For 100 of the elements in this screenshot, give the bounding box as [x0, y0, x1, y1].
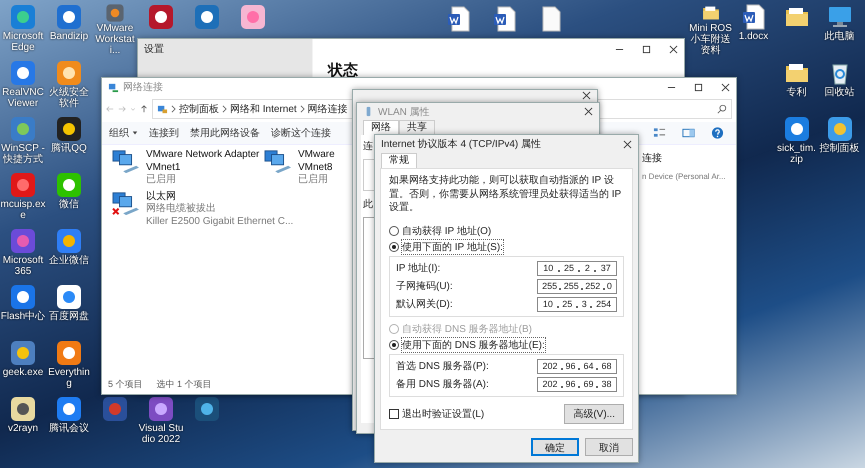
desktop-icon-label[interactable]: v2rayn	[0, 423, 46, 434]
search-icon[interactable]	[717, 104, 727, 114]
adapter-status: 已启用	[146, 174, 177, 186]
app-icon[interactable]	[193, 395, 221, 423]
app-icon[interactable]	[55, 115, 83, 143]
app-icon[interactable]	[147, 3, 175, 31]
adapter-name[interactable]: 连接	[642, 153, 662, 166]
ip-address-field[interactable]: 10 25 2 37	[537, 260, 617, 276]
desktop-icon-label[interactable]: Everything	[46, 367, 92, 389]
desktop-icon-label[interactable]: Microsoft 365	[0, 255, 46, 277]
desktop-icon-label[interactable]: Mini ROS小车附送资料	[689, 23, 732, 56]
window-title: WLAN 属性	[378, 106, 430, 118]
toolbar-command[interactable]: 连接到	[146, 124, 182, 142]
advanced-button[interactable]: 高级(V)...	[564, 404, 624, 424]
desktop-icon-label[interactable]: 腾讯会议	[46, 423, 92, 434]
desktop-icon-label[interactable]: 百度网盘	[46, 311, 92, 322]
app-icon[interactable]	[9, 395, 37, 423]
close-icon[interactable]	[584, 107, 593, 116]
breadcrumb-item[interactable]: 控制面板	[179, 102, 219, 116]
radio-label[interactable]: 自动获得 IP 地址(O)	[402, 224, 492, 238]
app-icon[interactable]	[55, 283, 83, 311]
tab[interactable]: 常规	[381, 153, 417, 168]
desktop-icon-label[interactable]: 腾讯QQ	[46, 143, 92, 154]
toolbar-command[interactable]: 诊断这个连接	[268, 124, 334, 142]
checkbox[interactable]	[389, 408, 399, 418]
preview-pane-icon[interactable]	[682, 127, 695, 139]
app-icon[interactable]	[55, 171, 83, 199]
page-heading: 状态	[328, 61, 358, 80]
desktop-icon-label[interactable]: 火绒安全软件	[46, 87, 92, 109]
app-icon[interactable]	[9, 283, 37, 311]
field-label: 备用 DNS 服务器(A):	[396, 378, 489, 391]
chevron-icon	[300, 105, 305, 113]
ip-address-field[interactable]: 202 96 64 68	[537, 358, 617, 374]
desktop-icon-label[interactable]: Flash中心	[0, 311, 46, 322]
dialog-button[interactable]: 确定	[531, 438, 579, 456]
close-icon[interactable]	[582, 91, 591, 100]
close-icon[interactable]	[721, 82, 730, 92]
desktop-icon-label[interactable]: sick_tim.zip	[775, 143, 818, 165]
up-arrow-icon[interactable]	[140, 105, 148, 113]
desktop-icon-label[interactable]: VMware Workstati...	[92, 23, 138, 56]
radio-label[interactable]: 使用下面的 IP 地址(S):	[402, 240, 503, 254]
desktop-icon-label[interactable]: 微信	[46, 199, 92, 210]
field-label: 连	[363, 140, 373, 153]
desktop-icon-label[interactable]: mcuisp.exe	[0, 199, 46, 221]
ip-address-field[interactable]: 255 255 252 0	[537, 278, 617, 294]
radio-button[interactable]	[389, 226, 399, 236]
adapter-name[interactable]: VMware Network Adapter	[146, 149, 260, 162]
adapter-device: Killer E2500 Gigabit Ethernet C...	[146, 216, 294, 228]
tab[interactable]: 共享	[399, 120, 435, 135]
chevron-icon	[222, 105, 227, 113]
toolbar-command[interactable]: 禁用此网络设备	[187, 124, 263, 142]
desktop-icon-label[interactable]: geek.exe	[0, 367, 46, 378]
adapter-device: n Device (Personal Ar...	[642, 172, 726, 182]
organize-menu[interactable]: 组织	[106, 124, 141, 142]
app-icon[interactable]	[147, 395, 175, 423]
close-icon[interactable]	[669, 44, 678, 54]
help-icon[interactable]	[711, 127, 724, 139]
field-label: 此	[363, 198, 373, 211]
tab[interactable]: 网络	[363, 120, 399, 135]
status-text: 选中 1 个项目	[156, 378, 212, 391]
window-title: 网络连接	[123, 80, 163, 94]
view-options-icon[interactable]	[653, 127, 666, 139]
desktop-icon-label[interactable]: 控制面板	[818, 143, 861, 154]
desktop-icon-label[interactable]: 回收站	[818, 87, 861, 98]
desktop-icon-label[interactable]: 企业微信	[46, 255, 92, 266]
field-label: 首选 DNS 服务器(P):	[396, 360, 489, 373]
adapter-name[interactable]: 以太网	[146, 190, 294, 203]
app-icon[interactable]	[55, 395, 83, 423]
window-title: 设置	[144, 42, 164, 56]
field-label: 默认网关(D):	[396, 298, 453, 311]
dialog-title: Internet 协议版本 4 (TCP/IPv4) 属性	[381, 138, 542, 151]
desktop-icon-label[interactable]: RealVNC Viewer	[0, 87, 46, 109]
radio-button[interactable]	[389, 340, 399, 350]
breadcrumb-item[interactable]: 网络连接	[308, 102, 348, 116]
radio-label[interactable]: 使用下面的 DNS 服务器地址(E):	[402, 338, 545, 352]
description-text: 如果网络支持此功能，则可以获取自动指派的 IP 设置。否则，你需要从网络系统管理员处获得适当的 IP 设置。	[389, 174, 622, 214]
ip-address-field[interactable]: 10 25 3 254	[537, 296, 617, 312]
maximize-icon[interactable]	[694, 82, 703, 92]
checkbox-label[interactable]: 退出时验证设置(L)	[402, 406, 484, 420]
app-icon[interactable]	[55, 339, 83, 367]
adapter-name[interactable]: VMnet1	[146, 162, 260, 174]
maximize-icon[interactable]	[642, 44, 651, 54]
app-icon[interactable]	[9, 339, 37, 367]
close-icon[interactable]	[623, 140, 632, 148]
chevron-icon	[171, 105, 176, 113]
ip-address-field[interactable]: 202 96 69 38	[537, 376, 617, 392]
zip-archive-icon[interactable]	[782, 115, 810, 143]
desktop-icon-label[interactable]: 专利	[775, 87, 818, 98]
field-label: 子网掩码(U):	[396, 280, 453, 293]
desktop-icon-label[interactable]: Visual Studio 2022	[138, 423, 184, 445]
control-panel-icon[interactable]	[826, 115, 854, 143]
desktop-icon-label[interactable]: 此电脑	[818, 31, 861, 42]
status-text: 5 个项目	[108, 378, 143, 391]
dialog-button[interactable]: 取消	[585, 438, 633, 456]
breadcrumb-item[interactable]: 网络和 Internet	[230, 102, 297, 116]
radio-button[interactable]	[389, 242, 399, 252]
desktop-icon-label[interactable]: WinSCP - 快捷方式	[0, 143, 46, 165]
desktop-icon-label[interactable]: 1.docx	[732, 31, 775, 42]
adapter-name[interactable]: VMware	[298, 149, 335, 162]
adapter-name[interactable]: VMnet8	[298, 162, 335, 174]
